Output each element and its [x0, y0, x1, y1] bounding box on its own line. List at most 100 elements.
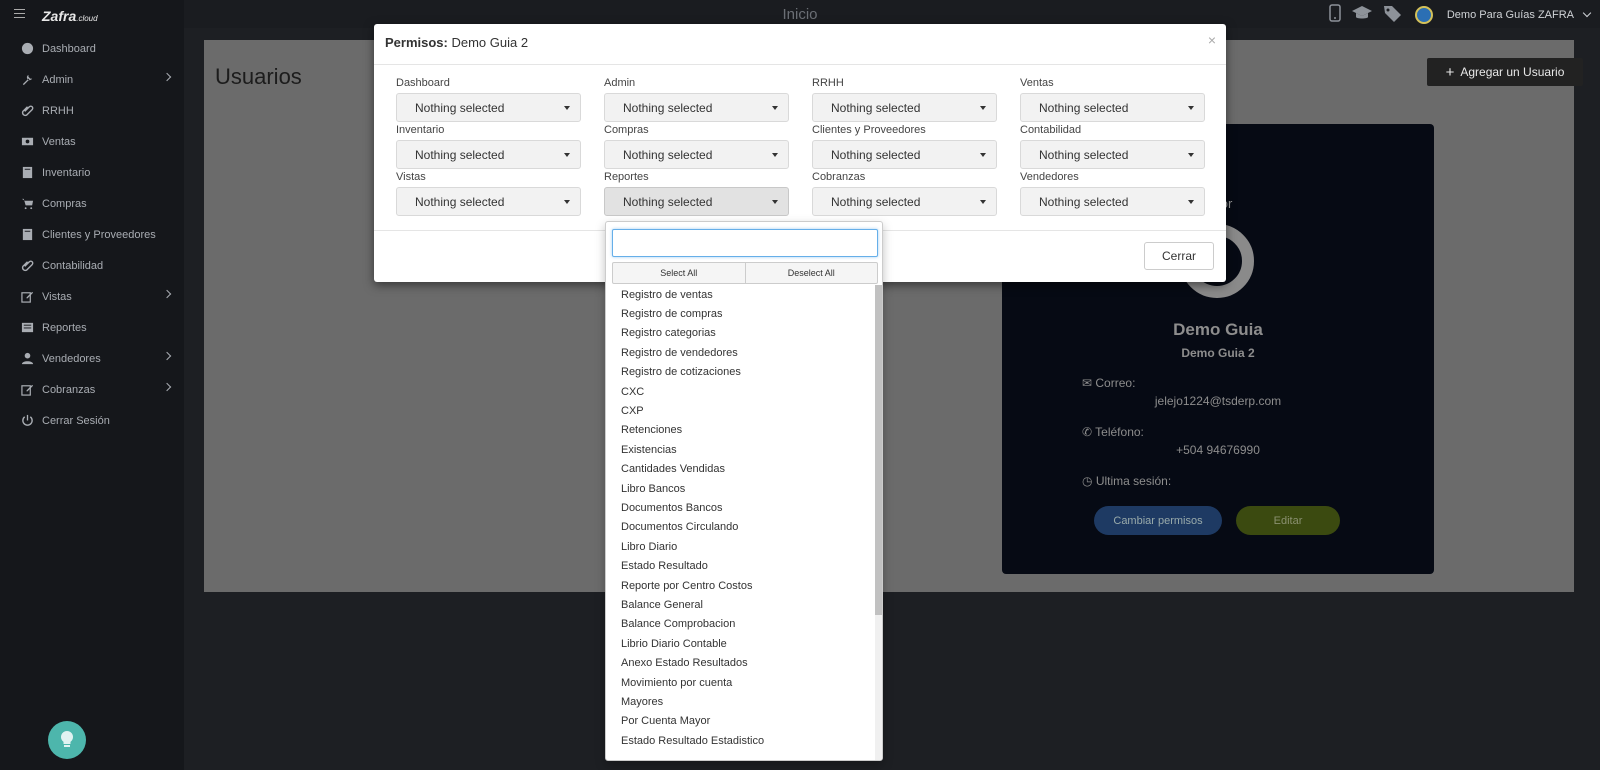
permission-select[interactable]: Nothing selected	[396, 93, 581, 122]
dropdown-option[interactable]: Libro Bancos	[606, 479, 876, 498]
dropdown-option[interactable]: Registro de ventas	[606, 285, 876, 304]
edit-user-button[interactable]: Editar	[1236, 506, 1340, 535]
dropdown-option[interactable]: Libro Diario	[606, 537, 876, 556]
permission-select-value: Nothing selected	[831, 147, 921, 162]
sidebar-item-label: Cobranzas	[42, 383, 96, 396]
scrollbar-thumb[interactable]	[875, 285, 882, 615]
deselect-all-button[interactable]: Deselect All	[744, 263, 878, 283]
graduation-cap-icon[interactable]	[1351, 5, 1373, 24]
permission-field-compras: Compras Nothing selected	[604, 124, 789, 169]
sidebar-item-cerrar-sesi-n[interactable]: Cerrar Sesión	[0, 405, 184, 436]
permission-select[interactable]: Nothing selected	[604, 187, 789, 216]
sidebar-item-cobranzas[interactable]: Cobranzas	[0, 374, 184, 405]
dropdown-option[interactable]: Por Cuenta Mayor	[606, 712, 876, 731]
dropdown-search-input[interactable]	[612, 229, 878, 257]
permission-select-value: Nothing selected	[623, 100, 713, 115]
sidebar-item-clientes-y-proveedores[interactable]: Clientes y Proveedores	[0, 219, 184, 250]
sidebar-item-dashboard[interactable]: Dashboard	[0, 33, 184, 64]
dropdown-option[interactable]: Registro categorias	[606, 324, 876, 343]
wrench-icon	[20, 74, 34, 86]
dropdown-option[interactable]: Balance Comprobacion	[606, 615, 876, 634]
dropdown-option[interactable]: Mayores	[606, 692, 876, 711]
sidebar-item-compras[interactable]: Compras	[0, 188, 184, 219]
email-label: ✉ Correo:	[1082, 376, 1136, 390]
close-icon[interactable]: ×	[1208, 32, 1216, 48]
permission-label: RRHH	[812, 77, 844, 89]
permission-select[interactable]: Nothing selected	[1020, 140, 1205, 169]
permission-select[interactable]: Nothing selected	[396, 140, 581, 169]
dropdown-option[interactable]: CXP	[606, 401, 876, 420]
permission-field-clientes-y-proveedores: Clientes y Proveedores Nothing selected	[812, 124, 997, 169]
change-permissions-button[interactable]: Cambiar permisos	[1094, 506, 1222, 535]
sidebar-item-admin[interactable]: Admin	[0, 64, 184, 95]
dropdown-scrollbar[interactable]	[875, 285, 882, 760]
permission-field-cobranzas: Cobranzas Nothing selected	[812, 171, 997, 216]
permission-label: Reportes	[604, 171, 649, 183]
permission-select[interactable]: Nothing selected	[1020, 93, 1205, 122]
envelope-icon: ✉	[1082, 376, 1096, 390]
dropdown-option[interactable]: Cantidades Vendidas	[606, 460, 876, 479]
dropdown-option[interactable]: Estado Resultado Estadistico	[606, 731, 876, 750]
clock-icon: ◷	[1082, 474, 1096, 488]
dropdown-option[interactable]: Balance General	[606, 595, 876, 614]
permission-select[interactable]: Nothing selected	[812, 187, 997, 216]
dropdown-option[interactable]: Reporte por Centro Costos	[606, 576, 876, 595]
permission-select-value: Nothing selected	[415, 100, 505, 115]
permission-select-value: Nothing selected	[1039, 147, 1129, 162]
dropdown-option[interactable]: Retenciones	[606, 421, 876, 440]
sidebar-item-vendedores[interactable]: Vendedores	[0, 343, 184, 374]
sidebar-item-reportes[interactable]: Reportes	[0, 312, 184, 343]
permission-select[interactable]: Nothing selected	[604, 140, 789, 169]
dropdown-option[interactable]: Anexo Estado Resultados	[606, 653, 876, 672]
chevron-down-icon[interactable]	[1582, 8, 1592, 17]
edit-icon	[20, 384, 34, 396]
permission-select[interactable]: Nothing selected	[812, 140, 997, 169]
lightbulb-help-icon[interactable]	[48, 721, 86, 759]
menu-toggle-icon[interactable]	[14, 9, 25, 19]
sidebar-item-label: Reportes	[42, 321, 87, 334]
page-title: Usuarios	[215, 64, 302, 89]
permission-select-value: Nothing selected	[831, 100, 921, 115]
permission-select[interactable]: Nothing selected	[1020, 187, 1205, 216]
sidebar-item-label: Cerrar Sesión	[42, 414, 110, 427]
dropdown-option[interactable]: Estado Resultado	[606, 556, 876, 575]
sidebar-item-ventas[interactable]: Ventas	[0, 126, 184, 157]
sidebar-nav: Dashboard Admin RRHH Ventas Inventario Compra…	[0, 33, 184, 436]
permission-select-value: Nothing selected	[623, 147, 713, 162]
sidebar-item-rrhh[interactable]: RRHH	[0, 95, 184, 126]
mobile-icon[interactable]	[1329, 4, 1341, 25]
permission-label: Cobranzas	[812, 171, 866, 183]
tags-icon[interactable]	[1383, 4, 1405, 25]
dropdown-option[interactable]: CXC	[606, 382, 876, 401]
page-heading: Inicio	[782, 6, 818, 23]
dropdown-option[interactable]: Documentos Bancos	[606, 498, 876, 517]
permission-select[interactable]: Nothing selected	[396, 187, 581, 216]
logo[interactable]: Zafra.cloud	[42, 8, 98, 24]
permission-field-contabilidad: Contabilidad Nothing selected	[1020, 124, 1205, 169]
permission-label: Vendedores	[1020, 171, 1079, 183]
dropdown-option[interactable]: Movimiento por cuenta	[606, 673, 876, 692]
avatar[interactable]	[1414, 5, 1433, 24]
dropdown-option[interactable]: Registro de vendedores	[606, 343, 876, 362]
permission-select[interactable]: Nothing selected	[812, 93, 997, 122]
dropdown-options: Registro de ventas Registro de compras Reg…	[606, 285, 876, 750]
dropdown-option[interactable]: Librio Diario Contable	[606, 634, 876, 653]
dropdown-option[interactable]: Existencias	[606, 440, 876, 459]
sidebar-item-inventario[interactable]: Inventario	[0, 157, 184, 188]
add-user-button[interactable]: + Agregar un Usuario	[1427, 58, 1583, 86]
dropdown-option[interactable]: Documentos Circulando	[606, 518, 876, 537]
sidebar-item-label: Compras	[42, 197, 87, 210]
close-button[interactable]: Cerrar	[1144, 242, 1214, 270]
book-icon	[20, 166, 34, 179]
dropdown-option[interactable]: Registro de compras	[606, 304, 876, 323]
sidebar-item-label: Inventario	[42, 166, 91, 179]
user-name[interactable]: Demo Para Guías ZAFRA	[1447, 9, 1574, 21]
permission-select[interactable]: Nothing selected	[604, 93, 789, 122]
sidebar-item-contabilidad[interactable]: Contabilidad	[0, 250, 184, 281]
dropdown-option[interactable]: Registro de cotizaciones	[606, 363, 876, 382]
caret-down-icon	[1188, 153, 1194, 157]
chevron-right-icon	[162, 382, 172, 392]
sidebar-item-vistas[interactable]: Vistas	[0, 281, 184, 312]
permission-field-inventario: Inventario Nothing selected	[396, 124, 581, 169]
select-all-button[interactable]: Select All	[613, 263, 745, 283]
